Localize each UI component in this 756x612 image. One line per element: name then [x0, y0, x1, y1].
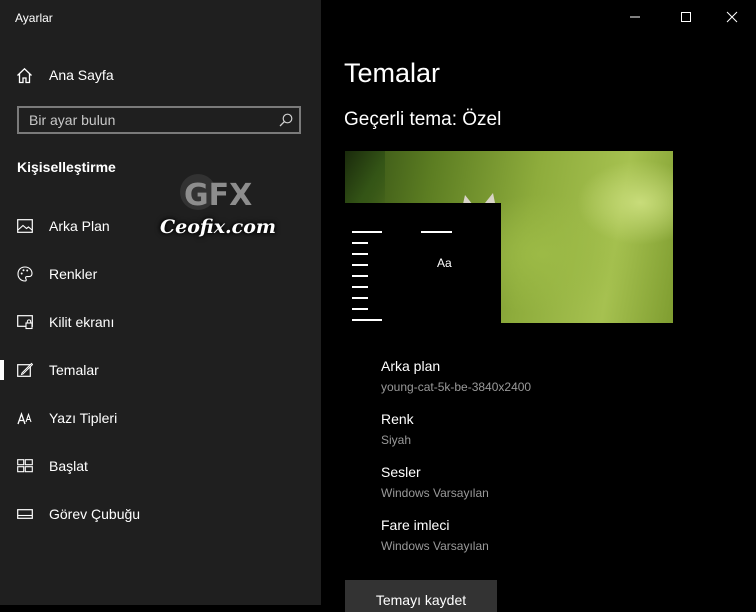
sidebar-item-label: Görev Çubuğu	[49, 506, 141, 522]
sidebar: Ayarlar Ana Sayfa Kişiselleştirme Arka P…	[0, 0, 321, 605]
property-name: Renk	[381, 411, 414, 427]
home-icon	[17, 67, 32, 83]
property-value: young-cat-5k-be-3840x2400	[381, 380, 532, 394]
sidebar-item-label: Yazı Tipleri	[49, 410, 118, 426]
home-link[interactable]: Ana Sayfa	[16, 64, 114, 86]
sidebar-item-label: Kilit ekranı	[49, 314, 115, 330]
theme-preview: Aa	[345, 151, 673, 323]
property-sounds[interactable]: Sesler Windows Varsayılan	[381, 464, 489, 500]
sidebar-item-label: Arka Plan	[49, 218, 110, 234]
sidebar-item-colors[interactable]: Renkler	[0, 254, 321, 294]
sidebar-item-fonts[interactable]: Yazı Tipleri	[0, 398, 321, 438]
minimize-button[interactable]	[612, 0, 658, 34]
minimize-icon	[630, 16, 640, 18]
property-value: Windows Varsayılan	[381, 539, 489, 553]
picture-icon	[17, 219, 33, 233]
themes-icon	[17, 362, 33, 377]
search-icon[interactable]	[279, 113, 293, 127]
save-theme-button[interactable]: Temayı kaydet	[345, 580, 497, 612]
watermark-brand: GFX	[184, 178, 252, 213]
watermark-text: Ceofix.com	[160, 216, 276, 238]
property-name: Sesler	[381, 464, 421, 480]
sidebar-item-label: Başlat	[49, 458, 88, 474]
home-label: Ana Sayfa	[49, 67, 114, 83]
maximize-icon	[681, 12, 691, 22]
preview-sample-text: Aa	[437, 256, 452, 270]
preview-menu-lines	[352, 231, 382, 323]
preview-title-line	[421, 231, 452, 233]
search-input[interactable]	[19, 108, 279, 132]
property-name: Fare imleci	[381, 517, 450, 533]
property-color[interactable]: Renk Siyah	[381, 411, 414, 447]
property-value: Siyah	[381, 433, 412, 447]
sidebar-item-lock-screen[interactable]: Kilit ekranı	[0, 302, 321, 342]
search-box[interactable]	[17, 106, 301, 134]
sidebar-item-taskbar[interactable]: Görev Çubuğu	[0, 494, 321, 534]
fonts-icon	[17, 412, 32, 425]
property-mouse-cursor[interactable]: Fare imleci Windows Varsayılan	[381, 517, 489, 553]
maximize-button[interactable]	[663, 0, 709, 34]
taskbar-icon	[17, 509, 33, 519]
start-icon	[17, 459, 33, 473]
property-value: Windows Varsayılan	[381, 486, 489, 500]
sidebar-item-themes[interactable]: Temalar	[0, 350, 321, 390]
page-title: Temalar	[344, 58, 441, 88]
property-name: Arka plan	[381, 358, 441, 374]
close-button[interactable]	[709, 0, 755, 34]
preview-window: Aa	[345, 203, 501, 323]
property-background[interactable]: Arka plan young-cat-5k-be-3840x2400	[381, 358, 531, 394]
main-content: Temalar Geçerli tema: Özel Aa Arka plan …	[321, 0, 756, 612]
close-icon	[726, 11, 738, 23]
palette-icon	[17, 266, 33, 282]
lock-screen-icon	[17, 315, 33, 330]
active-indicator	[0, 360, 4, 380]
section-title: Kişiselleştirme	[17, 159, 116, 175]
sidebar-item-start[interactable]: Başlat	[0, 446, 321, 486]
current-theme-label: Geçerli tema: Özel	[344, 109, 502, 130]
preview-foliage	[345, 151, 385, 211]
app-title: Ayarlar	[15, 11, 53, 25]
sidebar-item-label: Temalar	[49, 362, 99, 378]
sidebar-item-label: Renkler	[49, 266, 98, 282]
